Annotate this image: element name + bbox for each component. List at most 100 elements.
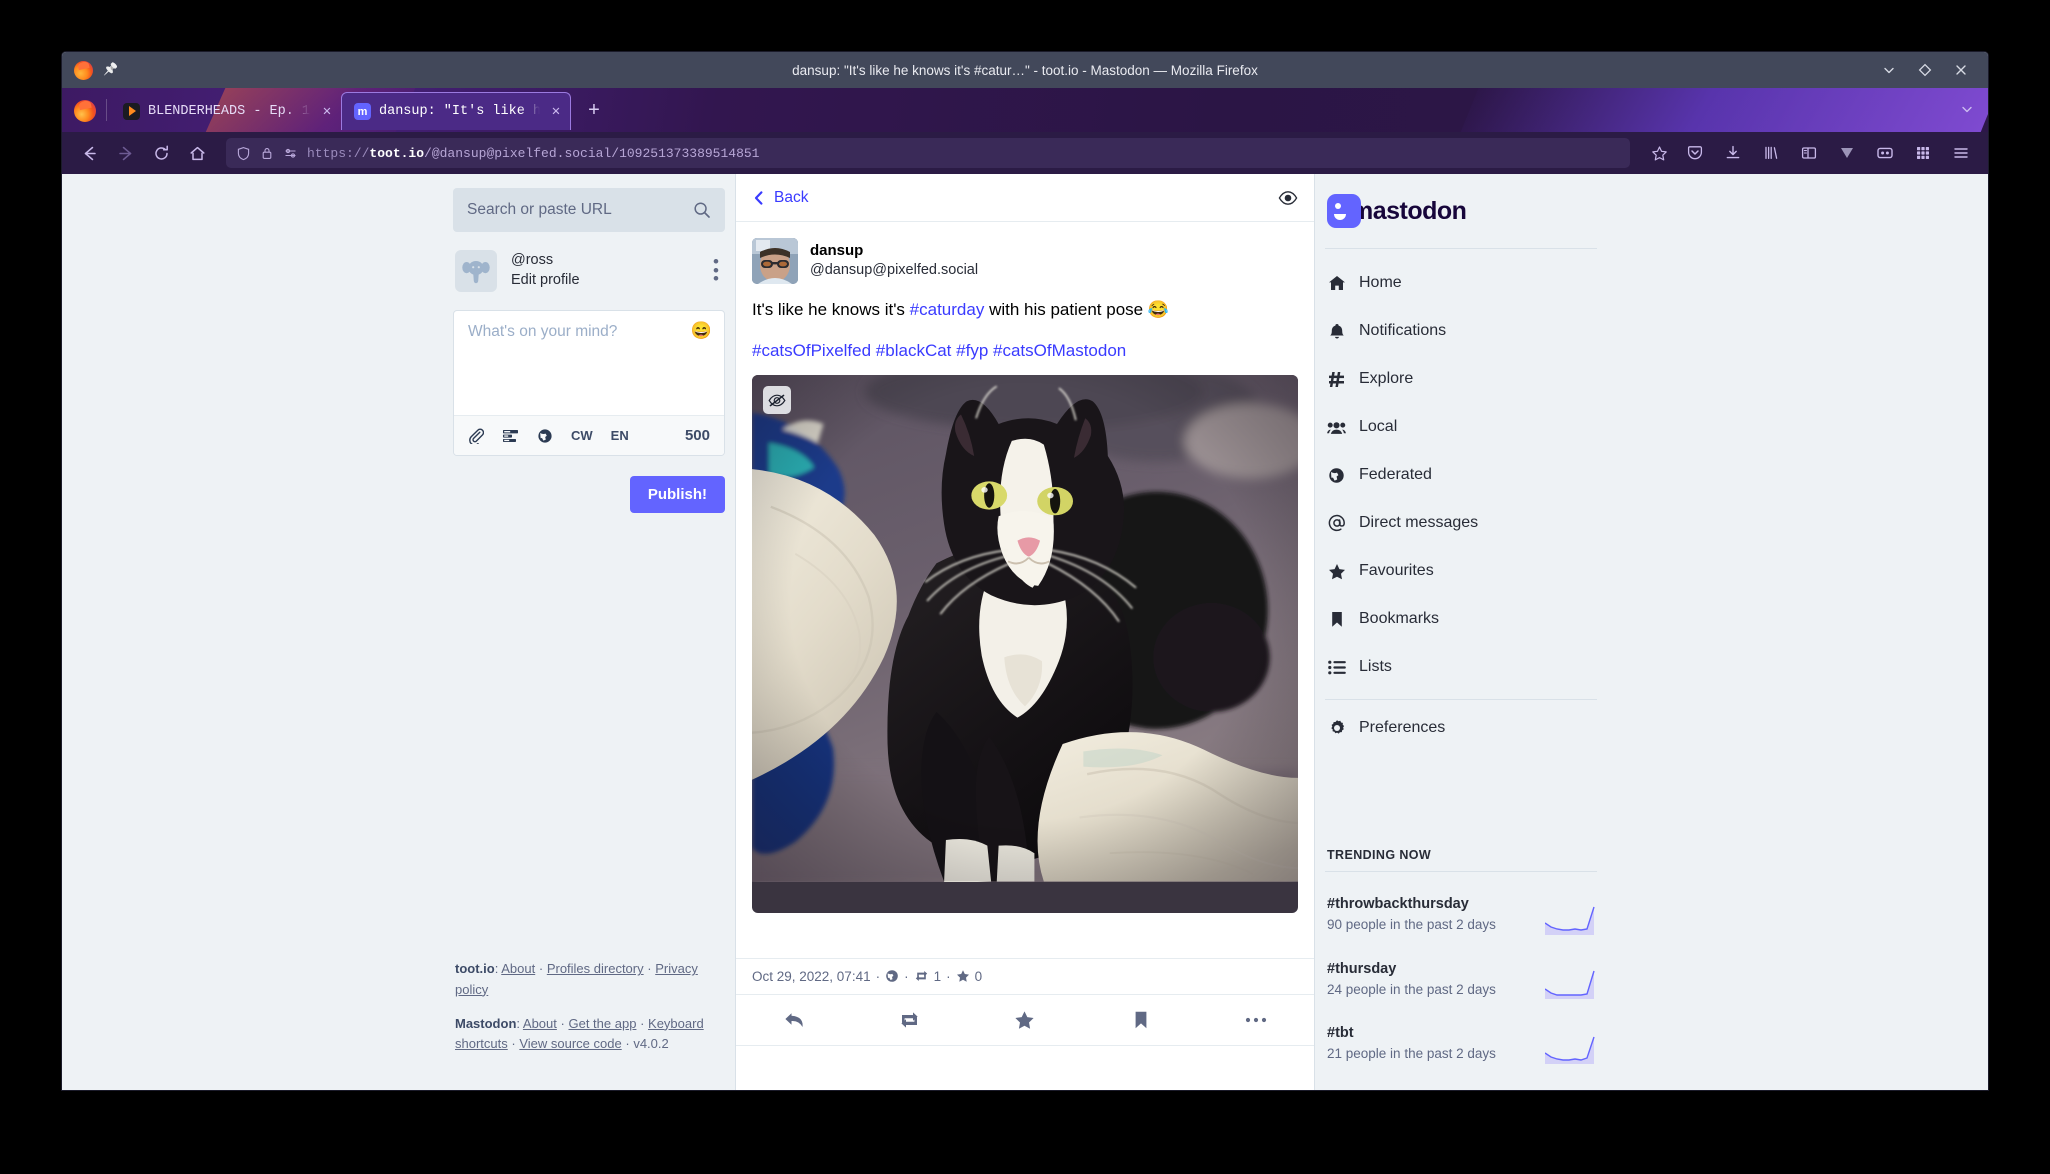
sidebar-item-explore[interactable]: Explore <box>1325 355 1597 403</box>
maximize-button[interactable] <box>1918 63 1932 77</box>
more-button[interactable] <box>1198 1016 1314 1024</box>
sidebar-item-label: Lists <box>1359 658 1392 675</box>
boost-button[interactable] <box>852 1010 968 1030</box>
hashtag-caturday[interactable]: #caturday <box>910 300 985 319</box>
instance-link-profiles-directory[interactable]: Profiles directory <box>547 961 644 976</box>
reload-icon[interactable] <box>144 136 178 170</box>
bookmark-button[interactable] <box>1083 1010 1199 1030</box>
page-permissions-icon[interactable] <box>283 146 298 161</box>
window-title: dansup: "It's like he knows it's #catur…… <box>792 62 1258 78</box>
firefox-account-icon[interactable] <box>74 100 96 122</box>
post-media[interactable] <box>752 375 1298 914</box>
post-text-after: with his patient pose <box>984 300 1148 319</box>
tab-dansup-post[interactable]: m dansup: "It's like he kno ✕ <box>341 92 571 130</box>
sidebar-item-local[interactable]: Local <box>1325 403 1597 451</box>
sidebar-item-notifications[interactable]: Notifications <box>1325 307 1597 355</box>
poll-icon[interactable] <box>502 428 519 444</box>
sidebar-item-lists[interactable]: Lists <box>1325 643 1597 691</box>
reply-arrow-icon <box>783 1010 805 1030</box>
sidebar-icon[interactable] <box>1792 136 1826 170</box>
page-right-gutter <box>1607 174 1952 1090</box>
favourite-button[interactable] <box>967 1010 1083 1030</box>
sidebar-item-bookmarks[interactable]: Bookmarks <box>1325 595 1597 643</box>
globe-icon[interactable] <box>537 428 553 444</box>
app-link-get-the-app[interactable]: Get the app <box>568 1016 636 1031</box>
close-icon[interactable]: ✕ <box>319 103 335 120</box>
trend-text: #thursday 24 people in the past 2 days <box>1327 959 1535 1000</box>
back-button[interactable]: Back <box>752 189 808 207</box>
sep: · <box>647 961 652 977</box>
list-item[interactable]: #thursday 24 people in the past 2 days <box>1325 947 1597 1012</box>
emoji-picker-icon[interactable]: 😄 <box>691 321 712 341</box>
post-header: Back <box>736 174 1314 222</box>
reply-button[interactable] <box>736 1010 852 1030</box>
downloads-icon[interactable] <box>1716 136 1750 170</box>
new-tab-button[interactable]: + <box>581 97 607 123</box>
search-input[interactable]: Search or paste URL <box>453 188 725 232</box>
app-menu-icon[interactable] <box>1944 136 1978 170</box>
shield-icon[interactable] <box>236 146 251 161</box>
trending-divider <box>1325 871 1597 873</box>
hashtag-fyp[interactable]: #fyp <box>956 341 988 360</box>
extensions-grid-icon[interactable] <box>1906 136 1940 170</box>
avatar[interactable] <box>752 238 798 284</box>
list-all-tabs-icon[interactable] <box>1960 102 1974 121</box>
hashtag-blackcat[interactable]: #blackCat <box>876 341 952 360</box>
list-icon <box>1327 660 1346 675</box>
minimize-button[interactable] <box>1882 63 1896 77</box>
pocket-icon[interactable] <box>1678 136 1712 170</box>
address-bar[interactable]: https://toot.io/@dansup@pixelfed.social/… <box>226 138 1630 168</box>
paperclip-icon[interactable] <box>468 428 484 444</box>
list-item[interactable]: #throwbackthursday 90 people in the past… <box>1325 882 1597 947</box>
tab-blenderheads[interactable]: BLENDERHEADS - Ep. 1 - Pe ✕ <box>111 92 341 130</box>
content-warning-button[interactable]: CW <box>571 428 593 443</box>
boost-icon <box>898 1010 921 1030</box>
eye-slash-icon[interactable] <box>763 386 791 415</box>
sidebar-item-preferences[interactable]: Preferences <box>1325 704 1597 752</box>
instance-link-about[interactable]: About <box>501 961 535 976</box>
compose-textarea[interactable]: What's on your mind? 😄 <box>454 311 724 415</box>
library-icon[interactable] <box>1754 136 1788 170</box>
bell-icon <box>1327 323 1346 340</box>
account-meta: @ross Edit profile <box>511 251 699 290</box>
sparkline-chart <box>1545 1036 1595 1064</box>
sidebar-item-federated[interactable]: Federated <box>1325 451 1597 499</box>
sep: · <box>875 968 881 984</box>
close-button[interactable] <box>1954 63 1968 77</box>
lock-icon[interactable] <box>260 146 274 160</box>
edit-profile-link[interactable]: Edit profile <box>511 271 699 291</box>
post-text-before: It's like he knows it's <box>752 300 910 319</box>
hashtag-catsofmastodon[interactable]: #catsOfMastodon <box>993 341 1126 360</box>
publish-button[interactable]: Publish! <box>629 476 725 513</box>
home-icon[interactable] <box>180 136 214 170</box>
app-link-about[interactable]: About <box>523 1016 557 1031</box>
nav-divider-bottom <box>1325 699 1597 700</box>
sep: · <box>538 961 544 977</box>
eye-icon[interactable] <box>1278 190 1298 206</box>
author-row[interactable]: dansup @dansup@pixelfed.social <box>752 238 1298 284</box>
hashtag-catsofpixelfed[interactable]: #catsOfPixelfed <box>752 341 871 360</box>
elephant-avatar-icon[interactable] <box>455 250 497 292</box>
sidebar-item-home[interactable]: Home <box>1325 259 1597 307</box>
sidebar-item-direct-messages[interactable]: Direct messages <box>1325 499 1597 547</box>
mastodon-icon: m <box>354 103 371 120</box>
list-item[interactable]: #tbt 21 people in the past 2 days <box>1325 1011 1597 1076</box>
forward-arrow-icon[interactable] <box>108 136 142 170</box>
post-column: Back dansup @dansup@pixelfed.social It's… <box>735 174 1315 1090</box>
kebab-menu-icon[interactable]: • • • <box>713 254 723 287</box>
tab-label: dansup: "It's like he kno <box>379 104 540 119</box>
language-button[interactable]: EN <box>611 428 629 443</box>
instance-name: toot.io <box>455 961 495 977</box>
app-link-view-source-code[interactable]: View source code <box>519 1036 621 1051</box>
container-tabs-icon[interactable] <box>1868 136 1902 170</box>
window-controls <box>1882 63 1988 77</box>
url-scheme: https:// <box>307 145 370 161</box>
back-arrow-icon[interactable] <box>72 136 106 170</box>
account-handle: @ross <box>511 252 554 269</box>
sidebar-item-favourites[interactable]: Favourites <box>1325 547 1597 595</box>
author-meta: dansup @dansup@pixelfed.social <box>810 241 978 281</box>
vivaldi-v-icon[interactable] <box>1830 136 1864 170</box>
bookmark-star-icon[interactable] <box>1642 136 1676 170</box>
trend-text: #throwbackthursday 90 people in the past… <box>1327 894 1535 935</box>
close-icon[interactable]: ✕ <box>548 104 564 120</box>
